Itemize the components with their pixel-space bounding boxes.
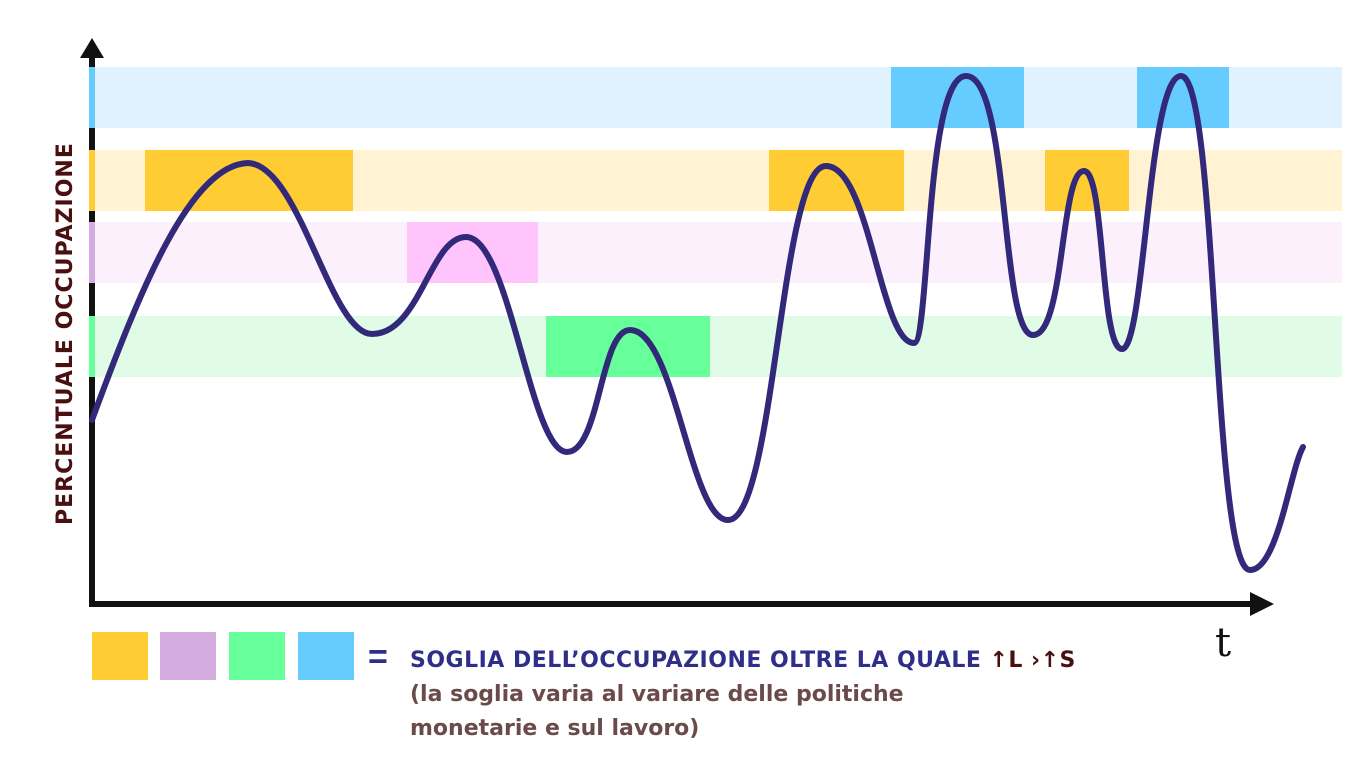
legend-equals: = [368,638,388,676]
legend-arrows: ↑L ›↑S [989,648,1076,673]
threshold-block-blue [891,67,1024,128]
legend-note-line-2: monetarie e sul lavoro) [410,716,700,741]
y-axis-arrowhead [80,38,104,58]
x-axis-label: t [1215,620,1231,666]
threshold-block-yellow [1045,150,1129,211]
legend-swatch-yellow [92,632,148,680]
green-band [92,316,1342,377]
legend-definition: SOGLIA DELL’OCCUPAZIONE OLTRE LA QUALE ↑L… [410,648,1076,673]
legend-swatch-green [229,632,285,680]
threshold-block-green [546,316,710,377]
purple-band [92,222,1342,283]
legend-definition-text: SOGLIA DELL’OCCUPAZIONE OLTRE LA QUALE [410,648,982,673]
threshold-block-yellow [145,150,353,211]
legend-note-line-1: (la soglia varia al variare delle politi… [410,682,904,707]
legend-swatch-blue [298,632,354,680]
legend-swatch-purple [160,632,216,680]
y-axis-label: PERCENTUALE OCCUPAZIONE [53,142,78,525]
threshold-block-yellow [769,150,904,211]
x-axis-arrowhead [1250,592,1274,616]
